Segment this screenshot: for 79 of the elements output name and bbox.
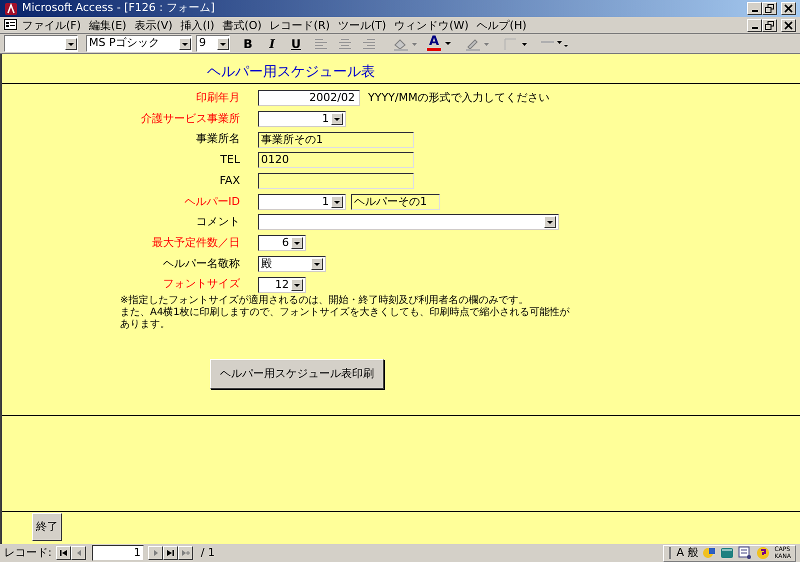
border-icon: [502, 36, 528, 50]
record-label: レコード:: [4, 544, 52, 561]
field-label: ヘルパーID: [183, 194, 241, 210]
italic-button[interactable]: I: [262, 34, 282, 52]
menu-item[interactable]: 挿入(I): [176, 18, 218, 32]
form-close-button[interactable]: [781, 18, 796, 32]
minimize-icon: [752, 10, 758, 12]
grip-icon[interactable]: [668, 546, 672, 560]
restore-icon: [765, 4, 774, 13]
field-label: 介護サービス事業所: [140, 110, 241, 127]
input-mode-button[interactable]: A 般: [676, 544, 698, 562]
menu-item[interactable]: 編集(E): [84, 18, 130, 32]
paint-bucket-icon: [392, 36, 418, 50]
font-color-button[interactable]: A: [424, 34, 454, 52]
close-form-button[interactable]: 終了: [32, 513, 62, 541]
window-minimize-button[interactable]: [747, 2, 762, 15]
menu-item[interactable]: ウィンドウ(W): [390, 18, 473, 32]
font-size-dropdown[interactable]: 9: [196, 35, 230, 52]
field-label: TEL: [219, 152, 241, 168]
last-record-icon: [166, 549, 175, 557]
note-text: ※指定したフォントサイズが適用されるのは、開始・終了時刻及び利用者名の欄のみです。 また、A4横1枚に印刷しますので、フォントサイズを大きくしても、印刷時点で縮小される可能性が あります。: [120, 294, 571, 331]
minimize-icon: [752, 26, 758, 28]
last-record-button[interactable]: [162, 546, 178, 560]
pen-icon: [464, 36, 490, 50]
field-label: コメント: [195, 214, 241, 230]
form-title: ヘルパー用スケジュール表: [207, 63, 376, 80]
align-center-icon: [337, 38, 351, 50]
menu-item[interactable]: ツール(T): [334, 18, 390, 32]
style-dropdown[interactable]: [4, 35, 78, 52]
menu-item[interactable]: ヘルプ(H): [472, 18, 531, 32]
menu-item[interactable]: レコード(R): [266, 18, 334, 32]
underline-button[interactable]: U: [286, 34, 306, 52]
bold-button[interactable]: B: [238, 34, 258, 52]
menu-item[interactable]: 書式(O): [218, 18, 266, 32]
first-record-button[interactable]: [56, 546, 71, 560]
combo-box[interactable]: 6: [258, 235, 306, 252]
caret-icon: [445, 42, 451, 46]
first-record-icon: [58, 549, 68, 557]
new-record-icon: [180, 549, 190, 557]
input-field[interactable]: 0120: [258, 152, 414, 168]
window-title: Microsoft Access - [F126 : フォーム]: [22, 0, 215, 16]
combo-box[interactable]: 1: [258, 111, 346, 128]
menu-item[interactable]: ファイル(F): [18, 18, 85, 32]
close-icon: [784, 4, 793, 13]
window-restore-button[interactable]: [762, 2, 777, 15]
field-label: ヘルパー名敬称: [162, 256, 241, 272]
hint-text: YYYY/MMの形式で入力してください: [368, 90, 550, 106]
record-total: / 1: [200, 544, 215, 561]
input-field[interactable]: 2002/02: [258, 90, 360, 106]
new-record-button[interactable]: [178, 546, 193, 560]
record-number-field[interactable]: 1: [92, 545, 144, 561]
form-icon[interactable]: [4, 19, 18, 31]
font-name-dropdown[interactable]: MS Pゴシック: [86, 35, 192, 52]
field-label: 最大予定件数／日: [151, 234, 241, 251]
combo-box[interactable]: 12: [258, 276, 306, 293]
field-label: FAX: [218, 172, 241, 189]
input-field[interactable]: 事業所その1: [258, 132, 414, 148]
window-close-button[interactable]: [781, 2, 796, 15]
close-icon: [784, 20, 793, 30]
field-label: 印刷年月: [195, 90, 241, 106]
next-record-button[interactable]: [148, 546, 163, 560]
align-right-icon: [361, 38, 375, 50]
align-left-icon: [313, 38, 327, 50]
menu-item[interactable]: 表示(V): [130, 18, 177, 32]
input-field[interactable]: [258, 173, 414, 190]
form-restore-button[interactable]: [762, 18, 777, 32]
combo-box[interactable]: [258, 214, 559, 230]
input-field[interactable]: ヘルパーその1: [351, 194, 440, 210]
print-button[interactable]: ヘルパー用スケジュール表印刷: [210, 358, 384, 389]
combo-box[interactable]: 1: [258, 194, 346, 210]
field-label: 事業所名: [195, 131, 241, 148]
previous-record-button[interactable]: [70, 546, 86, 560]
form-minimize-button[interactable]: [747, 18, 762, 32]
restore-icon: [765, 20, 774, 30]
line-style-icon: [540, 40, 568, 46]
help-icon[interactable]: [756, 546, 770, 560]
combo-box[interactable]: 殿: [258, 256, 326, 272]
field-label: フォントサイズ: [162, 276, 241, 292]
app-key-icon: [4, 2, 18, 16]
